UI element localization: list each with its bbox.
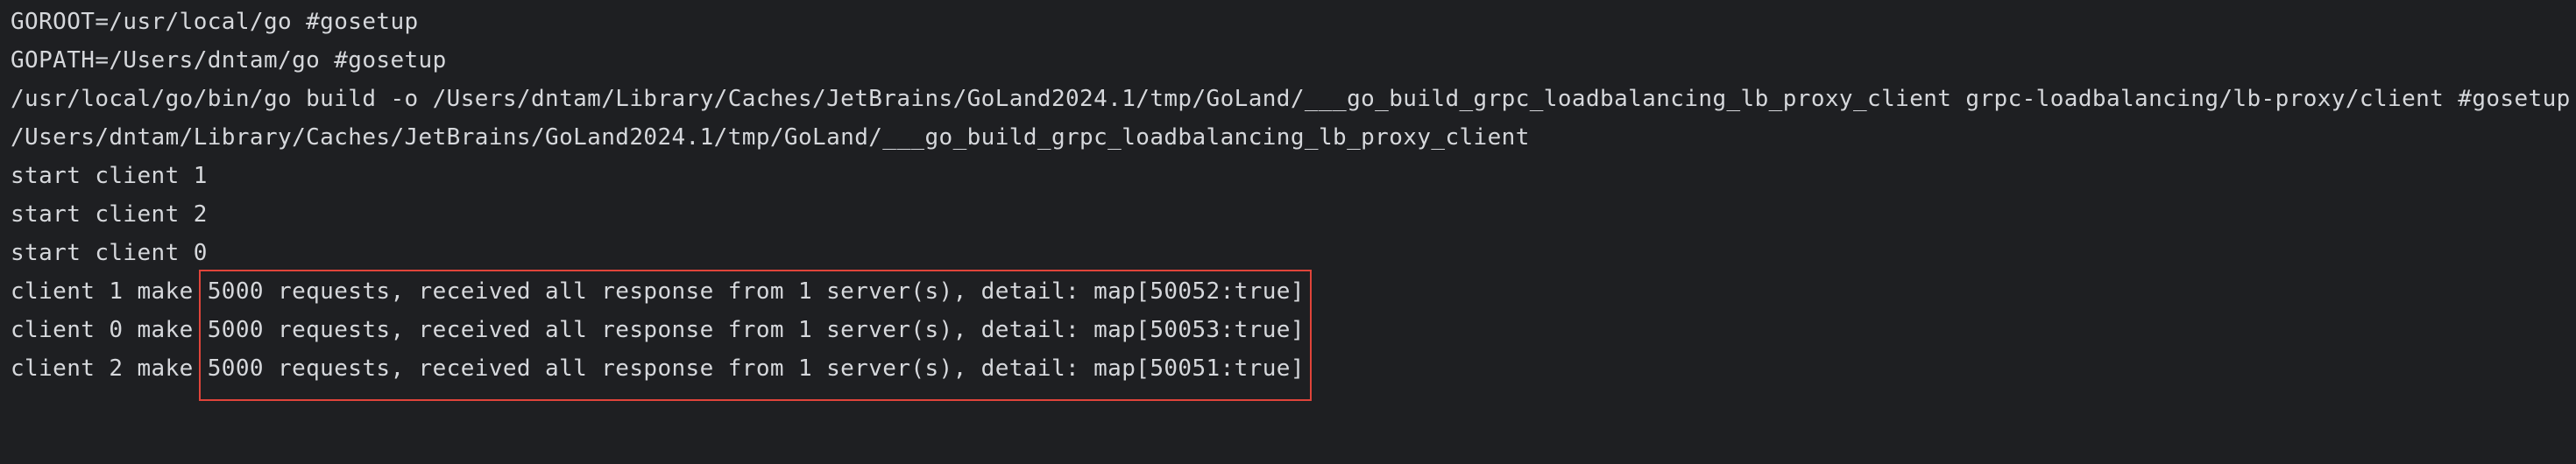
console-line-goroot: GOROOT=/usr/local/go #gosetup [11,9,419,35]
console-line-start-client-0: start client 0 [11,240,208,266]
console-line-start-client-1: start client 1 [11,163,208,189]
results-highlight-box [199,270,1312,401]
console-output: GOROOT=/usr/local/go #gosetup GOPATH=/Us… [0,0,2576,464]
console-line-build-command: /usr/local/go/bin/go build -o /Users/dnt… [11,86,2571,112]
console-line-gopath: GOPATH=/Users/dntam/go #gosetup [11,47,447,74]
console-line-binary-path: /Users/dntam/Library/Caches/JetBrains/Go… [11,124,1530,151]
console-line-start-client-2: start client 2 [11,201,208,228]
